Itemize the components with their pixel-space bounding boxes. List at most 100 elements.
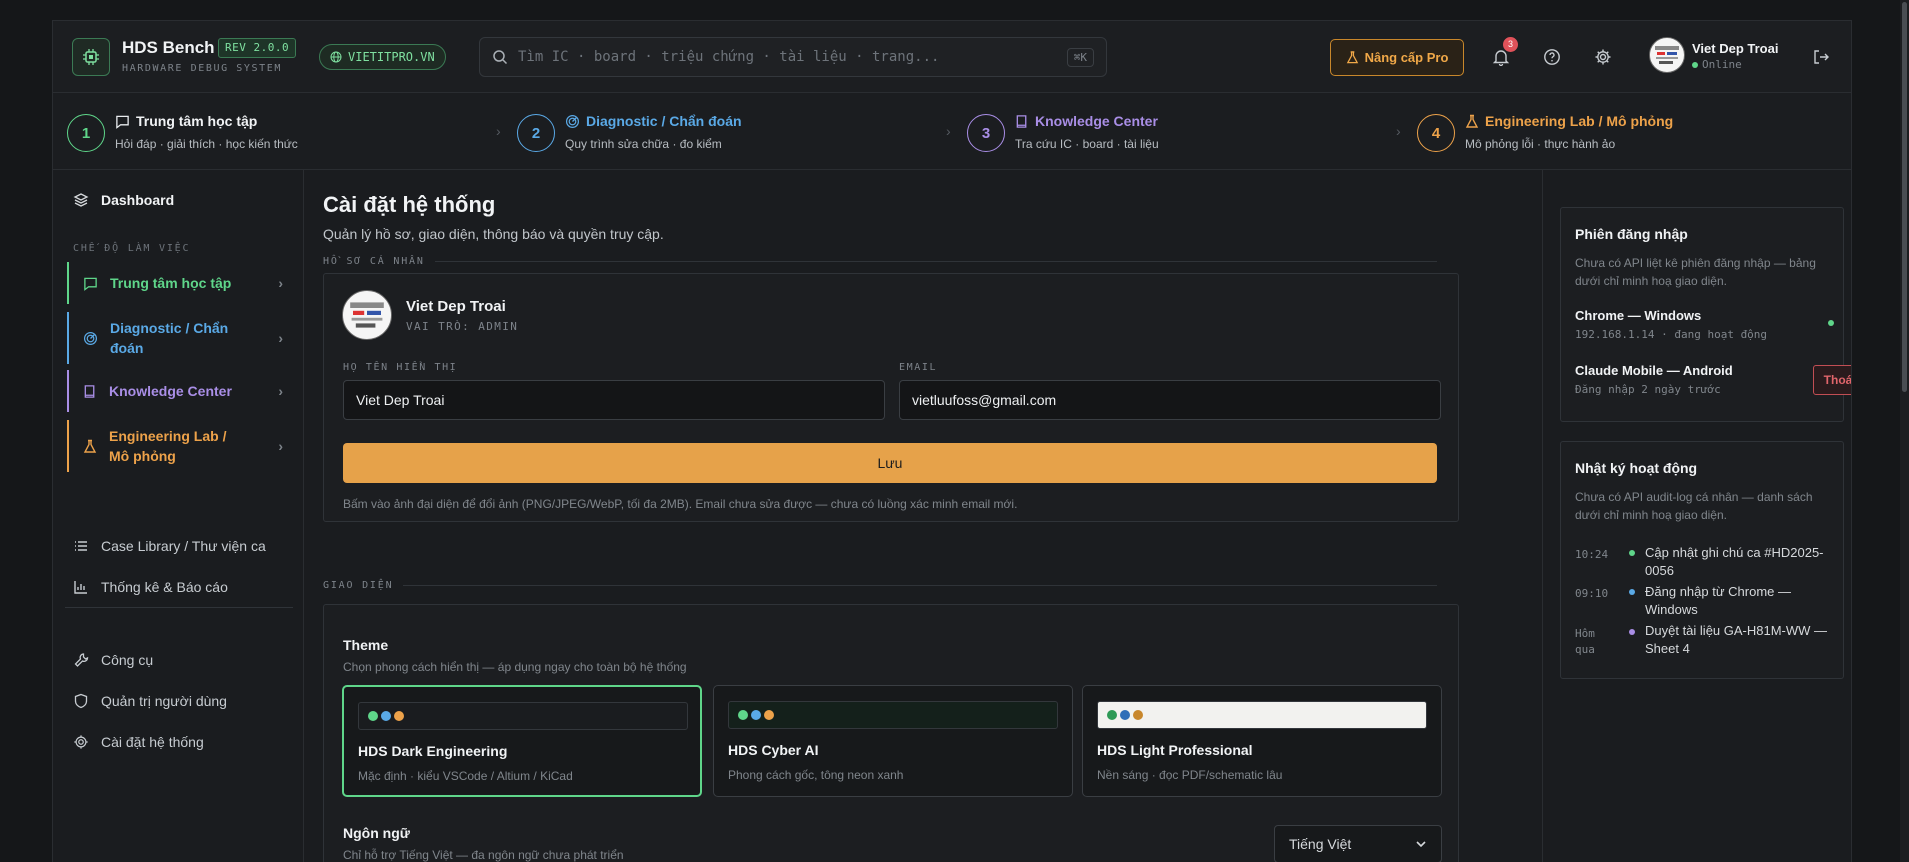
- step-title-label: Diagnostic / Chẩn đoán: [586, 113, 742, 129]
- book-icon: [1016, 114, 1027, 128]
- user-status: Online: [1692, 58, 1742, 71]
- settings-button[interactable]: [1591, 45, 1615, 69]
- search-shortcut: ⌘K: [1066, 47, 1094, 67]
- step-subtitle: Quy trình sửa chữa · đo kiểm: [565, 137, 722, 151]
- page-scrollbar-thumb[interactable]: [1902, 2, 1907, 392]
- sidebar-item-settings[interactable]: Cài đặt hệ thống: [73, 734, 204, 750]
- theme-title: Theme: [343, 637, 389, 653]
- theme-preview: [728, 701, 1058, 729]
- sidebar-item-reports[interactable]: Thống kê & Báo cáo: [73, 579, 228, 595]
- theme-subtitle: Chọn phong cách hiển thị — áp dụng ngay …: [343, 660, 687, 674]
- step-subtitle: Hỏi đáp · giải thích · học kiến thức: [115, 137, 298, 151]
- step-knowledge-center[interactable]: 3 Knowledge Center Tra cứu IC · board · …: [953, 93, 1403, 170]
- section-label-text: HỒ SƠ CÁ NHÂN: [323, 256, 425, 267]
- theme-option-light-professional[interactable]: HDS Light Professional Nền sáng · đọc PD…: [1082, 685, 1442, 797]
- language-selected-value: Tiếng Việt: [1289, 836, 1352, 852]
- bar-chart-icon: [74, 581, 87, 594]
- step-diagnostic[interactable]: 2 Diagnostic / Chẩn đoán Quy trình sửa c…: [503, 93, 953, 170]
- wrench-icon: [74, 653, 89, 667]
- step-title-label: Engineering Lab / Mô phỏng: [1485, 113, 1674, 129]
- activity-dot-icon: [1629, 550, 1635, 556]
- email-field[interactable]: [899, 380, 1441, 420]
- chip-logo-icon[interactable]: [72, 38, 110, 76]
- step-title: Knowledge Center: [1015, 113, 1158, 129]
- step-number: 3: [967, 114, 1005, 152]
- step-number: 4: [1417, 114, 1455, 152]
- language-select[interactable]: Tiếng Việt: [1274, 825, 1442, 862]
- logout-button[interactable]: [1809, 45, 1833, 69]
- sidebar-item-diagnostic[interactable]: Diagnostic / Chẩn đoán ›: [67, 312, 289, 364]
- chevron-right-icon: ›: [278, 275, 283, 291]
- sidebar-item-label: Case Library / Thư viện ca: [101, 538, 266, 554]
- step-title: Engineering Lab / Mô phỏng: [1465, 113, 1673, 129]
- help-button[interactable]: [1540, 45, 1564, 69]
- user-status-label: Online: [1702, 58, 1742, 71]
- profile-card: Viet Dep Troai VAI TRÒ: ADMIN HỌ TÊN HIỂ…: [323, 273, 1459, 522]
- sidebar-item-dashboard[interactable]: Dashboard: [73, 192, 174, 208]
- appearance-card: Theme Chọn phong cách hiển thị — áp dụng…: [323, 604, 1459, 862]
- session-meta: Đăng nhập 2 ngày trước: [1575, 383, 1721, 396]
- site-link[interactable]: VIETITPRO.VN: [319, 44, 446, 70]
- gear-icon: [74, 735, 88, 749]
- search-input[interactable]: [518, 49, 1057, 65]
- theme-option-cyber-ai[interactable]: HDS Cyber AI Phong cách gốc, tông neon x…: [713, 685, 1073, 797]
- notifications-button[interactable]: 3: [1489, 37, 1518, 69]
- theme-option-dark-engineering[interactable]: HDS Dark Engineering Mặc định · kiểu VSC…: [342, 685, 702, 797]
- session-logout-button[interactable]: Thoát: [1813, 365, 1851, 395]
- save-button[interactable]: Lưu: [343, 443, 1437, 483]
- sidebar-section-label: CHẾ ĐỘ LÀM VIỆC: [73, 243, 191, 254]
- activity-dot-icon: [1629, 629, 1635, 635]
- book-icon: [84, 384, 95, 398]
- step-title: Diagnostic / Chẩn đoán: [565, 113, 742, 129]
- globe-icon: [330, 51, 342, 63]
- profile-name: Viet Dep Troai: [406, 298, 506, 315]
- sidebar-item-engineering-lab[interactable]: Engineering Lab / Mô phỏng ›: [67, 420, 289, 472]
- flask-icon: [1346, 51, 1358, 64]
- sidebar-item-knowledge-center[interactable]: Knowledge Center ›: [67, 370, 289, 412]
- notification-badge: 3: [1503, 37, 1518, 52]
- avatar[interactable]: [1649, 37, 1685, 73]
- activity-time: 09:10: [1575, 587, 1609, 600]
- theme-name: HDS Dark Engineering: [358, 743, 508, 759]
- email-label: EMAIL: [899, 362, 938, 373]
- step-number: 1: [67, 114, 105, 152]
- profile-avatar[interactable]: [342, 290, 392, 340]
- app-window: HDS Bench REV 2.0.0 HARDWARE DEBUG SYSTE…: [52, 20, 1852, 862]
- upgrade-pro-button[interactable]: Nâng cấp Pro: [1330, 39, 1464, 76]
- site-label: VIETITPRO.VN: [348, 50, 435, 64]
- sidebar-item-label: Diagnostic / Chẩn đoán: [110, 320, 229, 356]
- logout-icon: [1814, 50, 1829, 64]
- brand-subtitle: HARDWARE DEBUG SYSTEM: [122, 63, 283, 74]
- radar-icon: [565, 114, 580, 128]
- step-learning-center[interactable]: 1 Trung tâm học tập Hỏi đáp · giải thích…: [53, 93, 503, 170]
- step-engineering-lab[interactable]: 4 Engineering Lab / Mô phỏng Mô phỏng lỗ…: [1403, 93, 1851, 170]
- page-subtitle: Quản lý hồ sơ, giao diện, thông báo và q…: [323, 226, 664, 242]
- theme-preview: [1097, 701, 1427, 729]
- brand-title: HDS Bench: [122, 38, 215, 57]
- chat-icon: [84, 277, 97, 291]
- sidebar-item-label: Cài đặt hệ thống: [101, 734, 204, 750]
- workflow-steps: 1 Trung tâm học tập Hỏi đáp · giải thích…: [53, 93, 1851, 170]
- session-name: Chrome — Windows: [1575, 308, 1702, 323]
- upgrade-label: Nâng cấp Pro: [1364, 50, 1449, 65]
- version-badge: REV 2.0.0: [218, 38, 297, 58]
- activity-note: Chưa có API audit-log cá nhân — danh sác…: [1575, 490, 1813, 522]
- sidebar-item-tools[interactable]: Công cụ: [73, 652, 153, 668]
- sidebar-item-label: Công cụ: [101, 652, 154, 668]
- top-bar: HDS Bench REV 2.0.0 HARDWARE DEBUG SYSTE…: [53, 21, 1851, 93]
- chevron-right-icon: ›: [946, 123, 951, 139]
- sidebar-item-user-admin[interactable]: Quản trị người dùng: [73, 693, 227, 709]
- sidebar: Dashboard CHẾ ĐỘ LÀM VIỆC Trung tâm học …: [53, 170, 304, 862]
- chat-icon: [116, 115, 129, 129]
- theme-desc: Nền sáng · đọc PDF/schematic lâu: [1097, 768, 1283, 782]
- help-icon: [1544, 49, 1560, 65]
- global-search[interactable]: ⌘K: [479, 37, 1107, 77]
- active-session-dot-icon: [1828, 320, 1834, 326]
- chevron-down-icon: [1416, 841, 1426, 848]
- activity-text: Cập nhật ghi chú ca #HD2025-0056: [1645, 545, 1824, 578]
- step-title-label: Trung tâm học tập: [136, 113, 258, 129]
- sidebar-item-case-library[interactable]: Case Library / Thư viện ca: [73, 538, 266, 554]
- activity-dot-icon: [1629, 589, 1635, 595]
- display-name-field[interactable]: [343, 380, 885, 420]
- sidebar-item-learning-center[interactable]: Trung tâm học tập ›: [67, 262, 289, 304]
